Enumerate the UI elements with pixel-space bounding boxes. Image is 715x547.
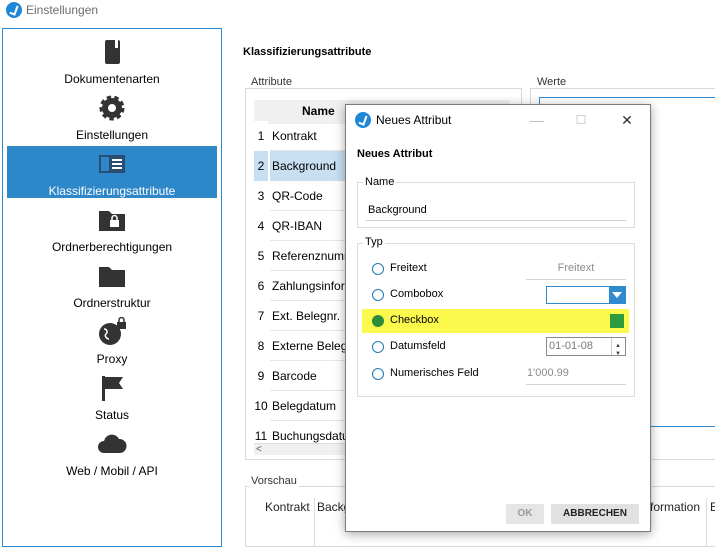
maximize-icon[interactable]: ☐ bbox=[570, 109, 592, 131]
sidebar-item-proxy[interactable]: Proxy bbox=[7, 314, 217, 366]
list-panel-icon bbox=[99, 155, 125, 173]
dialog-title: Neues Attribut bbox=[376, 113, 452, 127]
sidebar-item-klassifizierungsattribute[interactable]: Klassifizierungsattribute bbox=[7, 146, 217, 198]
sidebar-item-label: Status bbox=[94, 408, 130, 422]
table-row[interactable]: 4 QR-IBAN bbox=[254, 211, 360, 241]
sidebar-item-web-mobil-api[interactable]: Web / Mobil / API bbox=[7, 426, 217, 478]
radio-combobox[interactable] bbox=[372, 289, 384, 301]
preview-column: E bbox=[710, 500, 715, 514]
type-option-freitext[interactable]: Freitext Freitext bbox=[366, 257, 628, 281]
page-title: Klassifizierungsattribute bbox=[243, 46, 372, 58]
sidebar-item-label: Klassifizierungsattribute bbox=[48, 184, 176, 198]
ok-button[interactable]: OK bbox=[506, 504, 544, 524]
date-value: 01-01-08 bbox=[549, 340, 594, 352]
window-titlebar: Einstellungen bbox=[0, 0, 715, 22]
combobox-preview[interactable] bbox=[546, 286, 626, 304]
table-row[interactable]: 11 Buchungsdatu bbox=[254, 421, 354, 443]
radio-checkbox[interactable] bbox=[372, 315, 384, 327]
sidebar-item-einstellungen[interactable]: Einstellungen bbox=[7, 90, 217, 142]
sidebar-item-ordnerberechtigungen[interactable]: Ordnerberechtigungen bbox=[7, 202, 217, 254]
folder-icon bbox=[99, 267, 125, 287]
horizontal-scrollbar[interactable]: < bbox=[254, 443, 346, 455]
preview-separator bbox=[706, 498, 707, 547]
attribute-group-label: Attribute bbox=[249, 76, 294, 88]
preview-column: formation bbox=[650, 500, 701, 514]
typ-label: Typ bbox=[363, 236, 385, 248]
werte-group-label: Werte bbox=[535, 76, 569, 88]
chevron-down-icon[interactable] bbox=[609, 287, 625, 303]
app-logo-icon bbox=[355, 112, 371, 128]
dialog-heading: Neues Attribut bbox=[357, 148, 433, 160]
window-title: Einstellungen bbox=[26, 3, 99, 17]
globe-lock-icon bbox=[99, 317, 126, 345]
name-label: Name bbox=[363, 176, 397, 188]
vorschau-group-label: Vorschau bbox=[249, 475, 299, 487]
new-attribute-dialog: Neues Attribut — ☐ ✕ Neues Attribut Name… bbox=[345, 104, 651, 532]
table-row[interactable]: 6 Zahlungsinfor bbox=[254, 271, 360, 301]
radio-numerisches-feld[interactable] bbox=[372, 368, 384, 380]
table-row[interactable]: 8 Externe Belegn bbox=[254, 331, 360, 361]
book-icon bbox=[105, 40, 120, 64]
spinner-icon[interactable]: ▲ ▼ bbox=[611, 338, 625, 357]
type-option-combobox[interactable]: Combobox bbox=[366, 283, 628, 307]
type-option-numerisches-feld[interactable]: Numerisches Feld 1'000.99 bbox=[366, 362, 628, 386]
type-option-datumsfeld[interactable]: Datumsfeld 01-01-08 ▲ ▼ bbox=[366, 335, 628, 359]
radio-freitext[interactable] bbox=[372, 263, 384, 275]
app-logo-icon bbox=[6, 2, 22, 18]
type-label: Combobox bbox=[390, 288, 444, 300]
table-row[interactable]: 7 Ext. Belegnr. bbox=[254, 301, 360, 331]
sidebar-item-ordnerstruktur[interactable]: Ordnerstruktur bbox=[7, 258, 217, 310]
sidebar: Dokumentenarten Einstellungen Klassifizi… bbox=[2, 28, 222, 547]
folder-lock-icon bbox=[99, 211, 125, 231]
type-label: Checkbox bbox=[390, 314, 439, 326]
table-row[interactable]: 10 Belegdatum bbox=[254, 391, 360, 421]
checkbox-preview bbox=[610, 314, 624, 328]
type-label: Datumsfeld bbox=[390, 340, 446, 352]
date-preview[interactable]: 01-01-08 ▲ ▼ bbox=[546, 337, 626, 357]
table-row[interactable]: 3 QR-Code bbox=[254, 181, 360, 211]
cloud-icon bbox=[98, 434, 127, 453]
type-label: Freitext bbox=[390, 262, 427, 274]
name-field[interactable] bbox=[366, 199, 626, 221]
sidebar-item-label: Dokumentenarten bbox=[64, 72, 160, 86]
sidebar-item-label: Einstellungen bbox=[75, 128, 149, 142]
cancel-button[interactable]: ABBRECHEN bbox=[551, 504, 639, 524]
sidebar-item-dokumentenarten[interactable]: Dokumentenarten bbox=[7, 34, 217, 86]
gear-icon bbox=[99, 95, 125, 121]
preview-separator bbox=[314, 498, 315, 547]
sidebar-item-status[interactable]: Status bbox=[7, 370, 217, 422]
minimize-icon[interactable]: — bbox=[526, 109, 548, 131]
type-label: Numerisches Feld bbox=[390, 367, 479, 379]
flag-icon bbox=[102, 376, 123, 401]
table-row-selected[interactable]: 2 Background bbox=[254, 151, 360, 181]
table-row[interactable]: 1 Kontrakt bbox=[254, 121, 360, 151]
table-row[interactable]: 5 Referenznumm bbox=[254, 241, 360, 271]
column-header-name[interactable]: Name bbox=[302, 104, 335, 118]
scroll-left-icon[interactable]: < bbox=[256, 444, 262, 455]
sidebar-item-label: Proxy bbox=[96, 352, 128, 366]
freitext-preview: Freitext bbox=[526, 262, 626, 280]
table-row[interactable]: 9 Barcode bbox=[254, 361, 360, 391]
sidebar-item-label: Web / Mobil / API bbox=[66, 464, 158, 478]
dialog-titlebar[interactable]: Neues Attribut — ☐ ✕ bbox=[346, 105, 650, 135]
close-icon[interactable]: ✕ bbox=[616, 109, 638, 131]
number-preview: 1'000.99 bbox=[526, 367, 626, 385]
sidebar-item-label: Ordnerberechtigungen bbox=[51, 240, 173, 254]
radio-datumsfeld[interactable] bbox=[372, 341, 384, 353]
preview-column: Kontrakt bbox=[265, 500, 310, 514]
type-option-checkbox[interactable]: Checkbox bbox=[362, 309, 629, 333]
sidebar-item-label: Ordnerstruktur bbox=[73, 296, 151, 310]
